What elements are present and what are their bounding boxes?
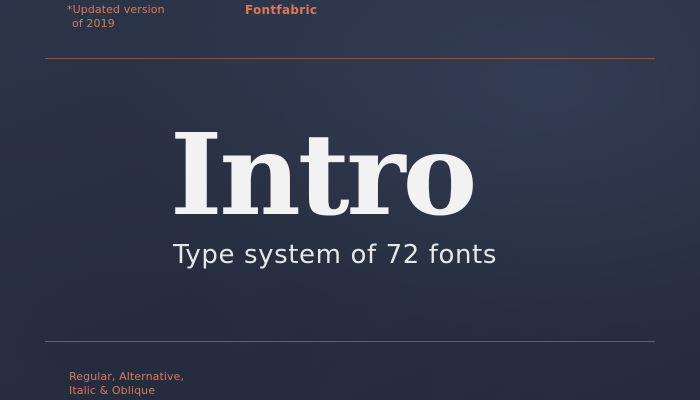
- version-note: *Updated version of 2019: [67, 3, 165, 31]
- styles-note: Regular, Alternative, Italic & Oblique: [69, 370, 184, 398]
- styles-note-line-2: Italic & Oblique: [69, 384, 156, 397]
- bottom-divider: [45, 341, 655, 342]
- font-promo-banner: *Updated version of 2019 Fontfabric Intr…: [0, 0, 700, 400]
- version-note-line-1: *Updated version: [67, 3, 165, 16]
- typeface-subtitle: Type system of 72 fonts: [173, 240, 497, 270]
- version-note-line-2: of 2019: [72, 17, 115, 30]
- brand-name: Fontfabric: [245, 3, 318, 17]
- styles-note-line-1: Regular, Alternative,: [69, 370, 185, 383]
- typeface-title: Intro: [170, 110, 477, 241]
- top-divider: [45, 58, 655, 59]
